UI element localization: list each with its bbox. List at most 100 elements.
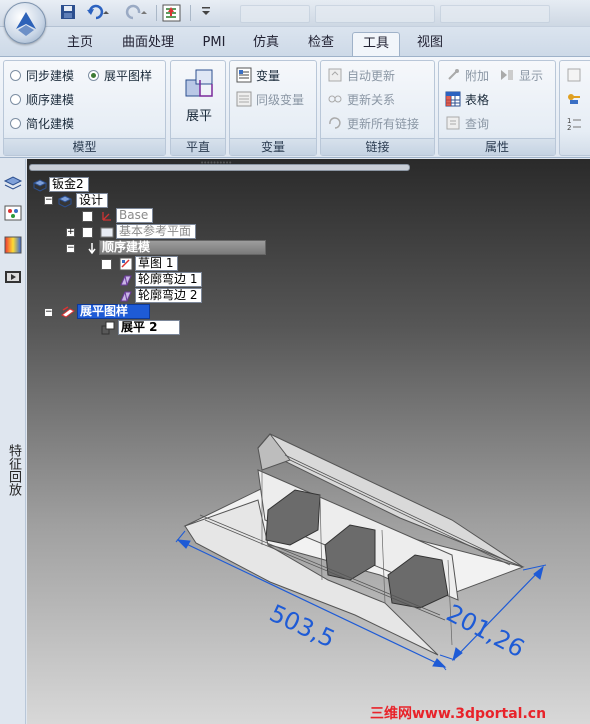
table-label: 表格 bbox=[465, 93, 490, 107]
radio-selected-icon bbox=[88, 70, 99, 81]
tree-base[interactable]: Base bbox=[116, 208, 154, 223]
coordinate-system-icon bbox=[102, 212, 111, 221]
tab-simulation[interactable]: 仿真 bbox=[244, 32, 288, 56]
window-tab-strip bbox=[220, 0, 590, 27]
query-button[interactable]: 查询 bbox=[445, 114, 489, 134]
sub-variable-icon bbox=[236, 91, 252, 107]
window-tab[interactable] bbox=[240, 5, 310, 23]
contour-flange-icon bbox=[120, 275, 132, 286]
visibility-checkbox[interactable] bbox=[82, 211, 93, 222]
window-tab[interactable] bbox=[440, 5, 550, 23]
palette-icon[interactable] bbox=[3, 203, 23, 223]
expand-icon[interactable]: + bbox=[66, 228, 75, 237]
tab-view[interactable]: 视图 bbox=[408, 32, 452, 56]
render-icon[interactable] bbox=[3, 235, 23, 255]
tree-flatten-2[interactable]: 展平 2 bbox=[118, 320, 180, 335]
tree-contour-flange-2[interactable]: 轮廓弯边 2 bbox=[135, 288, 203, 303]
show-button[interactable]: 显示 bbox=[499, 66, 543, 86]
tree-root[interactable]: 钣金2 bbox=[49, 177, 89, 192]
flat-pattern-option[interactable]: 展平图样 bbox=[88, 66, 152, 86]
customize-icon[interactable] bbox=[200, 4, 212, 22]
title-bar bbox=[0, 0, 590, 44]
attach-label: 附加 bbox=[465, 69, 490, 83]
save-icon[interactable] bbox=[60, 4, 76, 22]
undo-icon[interactable] bbox=[86, 4, 112, 22]
svg-text:2: 2 bbox=[567, 124, 571, 131]
application-button[interactable] bbox=[4, 2, 46, 44]
select-icon[interactable] bbox=[162, 4, 184, 22]
group-label: 变量 bbox=[230, 138, 316, 155]
ribbon-tab-bar: 主页 曲面处理 PMI 仿真 检查 工具 视图 bbox=[0, 27, 590, 57]
tab-pmi[interactable]: PMI bbox=[194, 32, 234, 56]
ribbon: 同步建模 展平图样 顺序建模 简化建模 模型 展平 平直 变量 同级变量 变量 … bbox=[0, 56, 590, 158]
variable-button[interactable]: 变量 bbox=[236, 66, 280, 86]
tree-flat-pattern[interactable]: 展平图样 bbox=[77, 304, 150, 319]
update-relations-label: 更新关系 bbox=[347, 93, 396, 107]
flatten-button[interactable]: 展平 bbox=[175, 64, 223, 134]
table-icon bbox=[445, 91, 461, 107]
side-tab-strip: 特征回放 bbox=[0, 159, 26, 724]
sync-modeling-option[interactable]: 同步建模 bbox=[10, 66, 74, 86]
window-tab[interactable] bbox=[315, 5, 435, 23]
app-logo-icon bbox=[16, 12, 36, 36]
group-variable: 变量 同级变量 变量 bbox=[229, 60, 317, 156]
visibility-checkbox[interactable] bbox=[101, 259, 112, 270]
sub-variable-label: 同级变量 bbox=[256, 93, 305, 107]
flat-pattern-label: 展平图样 bbox=[104, 69, 153, 83]
watermark: 三维网www.3dportal.cn bbox=[370, 706, 547, 722]
sync-modeling-label: 同步建模 bbox=[26, 69, 75, 83]
tree-contour-flange-1[interactable]: 轮廓弯边 1 bbox=[135, 272, 203, 287]
feature-playback-tab[interactable]: 特征回放 bbox=[3, 444, 23, 496]
collapse-icon[interactable]: − bbox=[44, 196, 53, 205]
group-label: 模型 bbox=[4, 138, 165, 155]
ordered-modeling-label: 顺序建模 bbox=[26, 93, 75, 107]
sketch-icon bbox=[119, 257, 133, 271]
update-relations-icon bbox=[328, 95, 342, 103]
variable-icon bbox=[236, 67, 252, 83]
tab-inspect[interactable]: 检查 bbox=[298, 32, 344, 56]
update-all-links-button[interactable]: 更新所有链接 bbox=[327, 114, 419, 134]
group-label: 属性 bbox=[439, 138, 555, 155]
simplified-modeling-option[interactable]: 简化建模 bbox=[10, 114, 74, 134]
layers-icon[interactable] bbox=[3, 173, 23, 193]
clipped-tool-icon[interactable] bbox=[566, 67, 582, 83]
redo-icon[interactable] bbox=[124, 4, 150, 22]
ordered-modeling-option[interactable]: 顺序建模 bbox=[10, 90, 74, 110]
auto-update-label: 自动更新 bbox=[347, 69, 396, 83]
attach-icon bbox=[448, 69, 459, 80]
flatten-feature-icon bbox=[101, 321, 115, 335]
radio-icon bbox=[10, 94, 21, 105]
numbering-icon[interactable]: 12 bbox=[566, 115, 582, 131]
tree-design[interactable]: 设计 bbox=[76, 193, 109, 208]
flat-pattern-icon bbox=[61, 306, 75, 318]
update-relations-button[interactable]: 更新关系 bbox=[327, 90, 395, 110]
tab-home[interactable]: 主页 bbox=[58, 32, 102, 56]
table-button[interactable]: 表格 bbox=[445, 90, 489, 110]
sheet-metal-icon bbox=[33, 179, 47, 192]
attach-button[interactable]: 附加 bbox=[445, 66, 489, 86]
reference-plane-icon bbox=[100, 227, 114, 238]
query-label: 查询 bbox=[465, 117, 490, 131]
query-icon bbox=[446, 116, 460, 130]
group-model: 同步建模 展平图样 顺序建模 简化建模 模型 bbox=[3, 60, 166, 156]
auto-update-button[interactable]: 自动更新 bbox=[327, 66, 395, 86]
separator bbox=[190, 5, 191, 21]
group-flatten: 展平 平直 bbox=[170, 60, 226, 156]
graphics-viewport[interactable]: 503,5 201,26 钣金2 − 设计 Base + 基本参考平面 − 顺序… bbox=[27, 159, 590, 724]
feature-playback-icon[interactable] bbox=[3, 267, 23, 287]
collapse-icon[interactable]: − bbox=[66, 244, 75, 253]
tab-tools[interactable]: 工具 bbox=[352, 32, 400, 56]
key-icon[interactable] bbox=[566, 91, 582, 107]
collapse-icon[interactable]: − bbox=[44, 308, 53, 317]
tree-reference-planes[interactable]: 基本参考平面 bbox=[116, 224, 197, 239]
tree-ordered-modeling[interactable]: 顺序建模 bbox=[99, 240, 266, 255]
show-icon bbox=[501, 70, 513, 80]
group-label: 链接 bbox=[321, 138, 434, 155]
update-all-links-label: 更新所有链接 bbox=[347, 117, 420, 131]
visibility-checkbox[interactable] bbox=[82, 227, 93, 238]
show-label: 显示 bbox=[519, 69, 544, 83]
design-icon bbox=[58, 195, 72, 208]
tab-surfacing[interactable]: 曲面处理 bbox=[112, 32, 184, 56]
tree-sketch[interactable]: 草图 1 bbox=[135, 256, 179, 271]
sub-variable-button[interactable]: 同级变量 bbox=[236, 90, 304, 110]
